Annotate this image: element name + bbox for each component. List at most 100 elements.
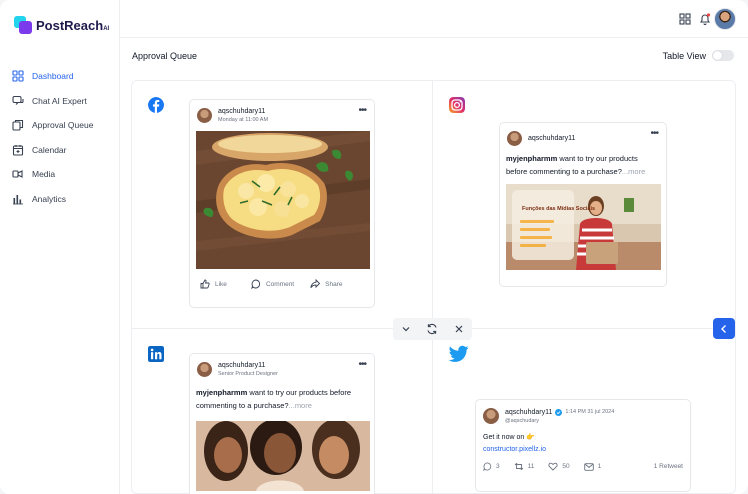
tweet-link[interactable]: constructor.pixellz.io: [476, 441, 690, 453]
pointing-hand-icon: 👉: [526, 434, 535, 441]
sidebar-item-label: Chat AI Expert: [32, 95, 87, 106]
sidebar-item-media[interactable]: Media: [12, 162, 116, 187]
comment-icon: [251, 279, 261, 289]
app-window: PostReachAI Dashboard Chat AI Expert App…: [0, 0, 748, 494]
toggle-switch[interactable]: [712, 50, 734, 61]
chevron-down-icon[interactable]: [401, 324, 411, 334]
comment-button[interactable]: Comment: [251, 279, 294, 289]
share-button[interactable]: Share: [310, 279, 342, 289]
like-button[interactable]: 50: [548, 462, 570, 471]
post-username: aqschuhdary11: [218, 362, 266, 369]
post-caption: myjenpharmm want to try our products bef…: [500, 146, 666, 178]
apps-grid-icon[interactable]: [678, 12, 692, 26]
post-header: aqschuhdary11 Monday at 11:00 AM •••: [190, 100, 374, 123]
post-timestamp: Monday at 11:00 AM: [218, 117, 269, 123]
post-actions: Like Comment Share: [190, 279, 374, 289]
table-view-label: Table View: [662, 50, 706, 61]
sidebar-item-calendar[interactable]: Calendar: [12, 138, 116, 163]
sidebar-item-analytics[interactable]: Analytics: [12, 187, 116, 212]
refresh-icon[interactable]: [426, 323, 438, 335]
sidebar-item-chat-ai-expert[interactable]: Chat AI Expert: [12, 89, 116, 114]
sidebar-item-approval-queue[interactable]: Approval Queue: [12, 113, 116, 138]
sidebar-item-dashboard[interactable]: Dashboard: [12, 64, 116, 89]
avatar: [197, 108, 212, 123]
reply-button[interactable]: 3: [483, 462, 500, 471]
avatar: [483, 408, 499, 424]
retweet-count: 11: [527, 463, 535, 470]
sidebar-item-label: Calendar: [32, 144, 67, 155]
mentioned-user: myjenpharmm: [506, 154, 558, 163]
retweet-icon: [514, 462, 523, 471]
calendar-icon: [12, 144, 24, 156]
queue-controls: [393, 318, 472, 340]
share-label: Share: [325, 280, 343, 288]
post-subtitle: Senior Product Designer: [218, 371, 278, 377]
read-more-link[interactable]: ...more: [622, 167, 645, 176]
sidebar-item-label: Media: [32, 169, 56, 180]
post-username: aqschuhdary11: [218, 108, 266, 115]
mentioned-user: myjenpharmm: [196, 388, 248, 397]
twitter-post-card[interactable]: aqschuhdary11 1:14 PM 31 jul 2024 @aqsch…: [475, 399, 691, 492]
tweet-timestamp: 1:14 PM 31 jul 2024: [565, 409, 615, 415]
mail-icon: [583, 462, 594, 471]
retweet-summary: 1 Retweet: [653, 463, 683, 470]
comment-label: Comment: [265, 280, 295, 288]
facebook-post-card[interactable]: aqschuhdary11 Monday at 11:00 AM ••• Lik…: [189, 99, 375, 308]
more-options-icon[interactable]: •••: [650, 129, 658, 139]
queue-icon: [12, 120, 24, 131]
logo-mark-icon: [14, 16, 32, 34]
verified-badge-icon: [555, 408, 563, 416]
sidebar-item-label: Analytics: [32, 193, 67, 204]
grid-icon: [12, 70, 24, 82]
analytics-icon: [13, 194, 23, 205]
media-icon: [12, 170, 23, 179]
avatar: [197, 362, 212, 377]
chat-icon: [12, 95, 24, 105]
image-overlay-title: Funções das Mídias Sociais: [522, 206, 595, 212]
facebook-icon: [148, 97, 164, 113]
like-label: Like: [215, 280, 227, 288]
collapse-panel-button[interactable]: [713, 318, 735, 339]
divider: [432, 80, 433, 494]
post-image-woman-laptop: Funções das Mídias Sociais: [506, 184, 661, 270]
more-options-icon[interactable]: •••: [358, 360, 366, 370]
like-button[interactable]: Like: [200, 279, 227, 289]
sidebar: PostReachAI Dashboard Chat AI Expert App…: [0, 0, 120, 494]
heart-icon: [548, 462, 558, 471]
post-image-food: [196, 131, 370, 269]
linkedin-icon: [148, 346, 164, 362]
post-image-women: [196, 421, 370, 491]
sidebar-nav: Dashboard Chat AI Expert Approval Queue …: [12, 64, 116, 211]
share-count: 1: [597, 463, 602, 470]
more-options-icon[interactable]: •••: [358, 106, 366, 116]
tweet-actions: 3 11 50 1 1 Retweet: [476, 462, 690, 471]
instagram-icon: [449, 97, 465, 113]
logo-text: PostReach: [36, 17, 104, 33]
logo[interactable]: PostReachAI: [14, 16, 109, 34]
retweet-button[interactable]: 11: [514, 462, 535, 471]
bell-icon[interactable]: [698, 12, 712, 26]
post-caption: myjenpharmm want to try our products bef…: [190, 377, 374, 412]
read-more-link[interactable]: ...more: [289, 401, 312, 410]
post-username: aqschuhdary11: [505, 408, 553, 416]
page-title: Approval Queue: [132, 51, 198, 61]
twitter-bird-icon: [449, 345, 469, 362]
like-count: 50: [562, 463, 570, 470]
linkedin-post-card[interactable]: aqschuhdary11 Senior Product Designer ••…: [189, 353, 375, 494]
reply-icon: [483, 462, 492, 471]
tweet-text: Get it now on 👉: [483, 434, 535, 441]
sidebar-item-label: Approval Queue: [32, 120, 94, 131]
chevron-left-icon: [721, 324, 726, 333]
table-view-toggle[interactable]: Table View: [663, 50, 734, 61]
tweet-handle: @aqschudary: [505, 417, 540, 424]
message-button[interactable]: 1: [583, 462, 602, 471]
sidebar-item-label: Dashboard: [32, 71, 74, 82]
user-avatar[interactable]: [714, 8, 736, 30]
post-header: aqschuhdary11 •••: [500, 123, 666, 146]
instagram-post-card[interactable]: aqschuhdary11 ••• myjenpharmm want to tr…: [499, 122, 667, 287]
post-username: aqschuhdary11: [528, 135, 576, 142]
reply-count: 3: [496, 463, 500, 470]
close-icon[interactable]: [454, 324, 464, 334]
avatar: [507, 131, 522, 146]
top-bar: [120, 0, 748, 38]
